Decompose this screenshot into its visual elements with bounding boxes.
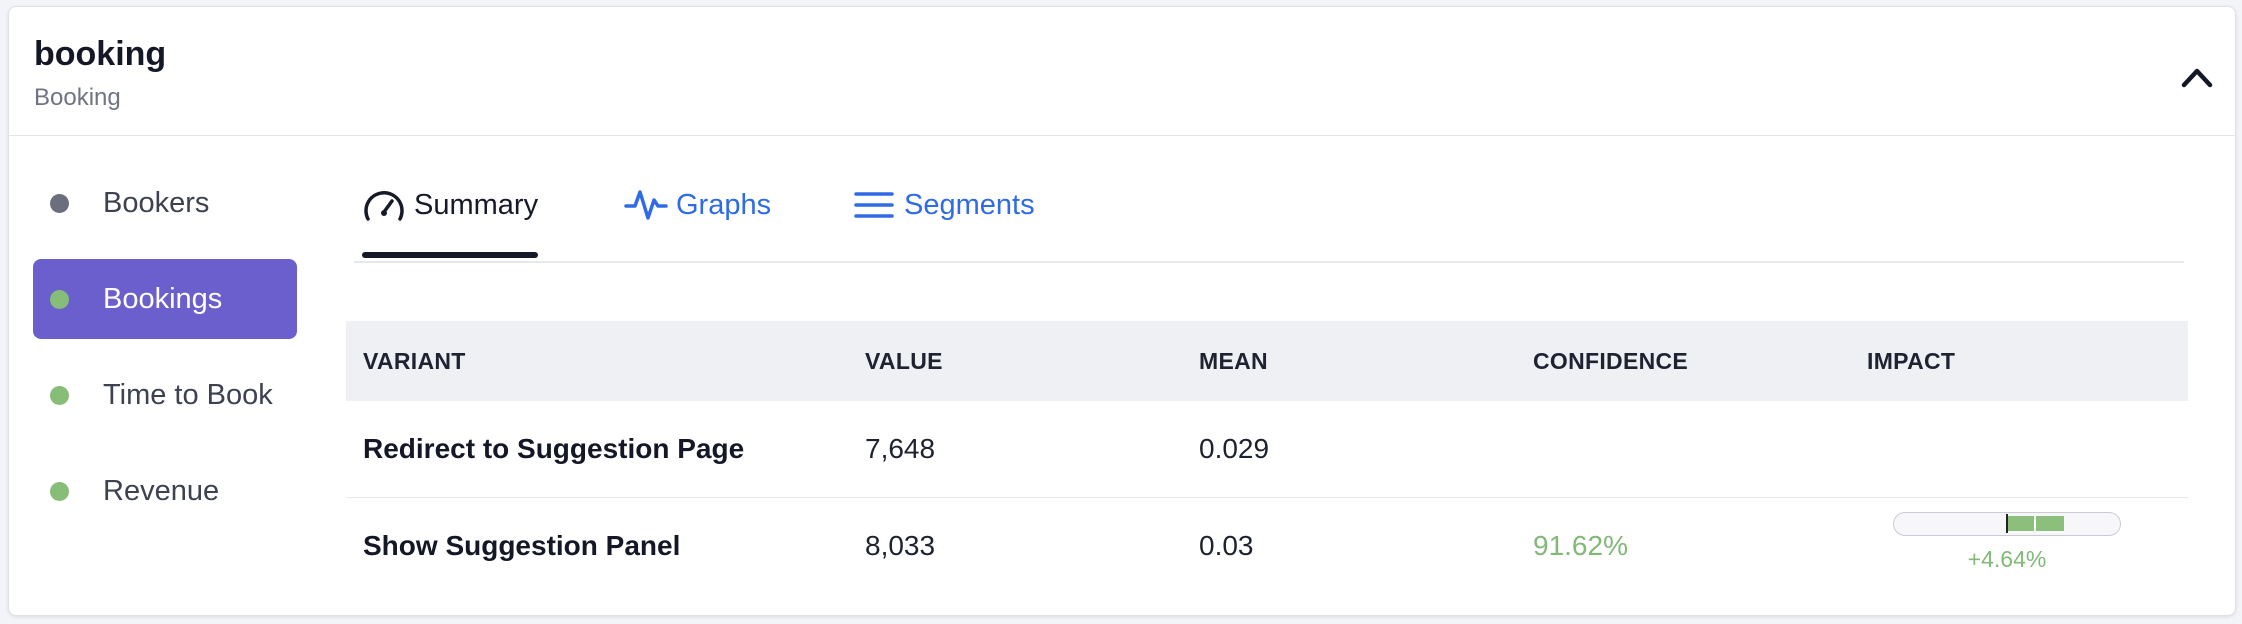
tab-label: Segments <box>904 188 1035 221</box>
sidebar-item-label: Revenue <box>103 474 220 507</box>
pulse-icon <box>624 190 668 220</box>
status-dot-icon <box>50 385 69 405</box>
column-header-value: VALUE <box>865 347 943 374</box>
column-header-mean: MEAN <box>1199 347 1268 374</box>
experiment-subtitle: Booking <box>34 84 121 111</box>
sidebar-item-label: Time to Book <box>103 378 273 411</box>
sidebar-item-revenue[interactable]: Revenue <box>33 451 297 531</box>
variant-value: 7,648 <box>865 433 936 464</box>
chevron-up-icon <box>2181 68 2213 88</box>
table-row: Redirect to Suggestion Page 7,648 0.029 <box>346 401 2188 498</box>
variant-mean: 0.03 <box>1199 530 1254 561</box>
metric-sidebar: Bookers Bookings Time to Book Revenue <box>33 163 297 547</box>
impact-zero-line <box>2006 514 2008 533</box>
variant-name: Show Suggestion Panel <box>363 530 681 561</box>
table-header: VARIANT VALUE MEAN CONFIDENCE IMPACT <box>346 321 2188 401</box>
tab-label: Graphs <box>676 188 772 221</box>
column-header-impact: IMPACT <box>1867 347 1956 374</box>
results-table: VARIANT VALUE MEAN CONFIDENCE IMPACT Red… <box>346 321 2188 594</box>
tab-label: Summary <box>414 188 539 221</box>
sidebar-item-label: Bookers <box>103 186 210 219</box>
list-icon <box>854 192 894 218</box>
impact-mean-tick <box>2034 516 2036 531</box>
tab-bar: Summary Graphs Segments <box>354 163 2184 263</box>
column-header-variant: VARIANT <box>363 347 466 374</box>
sidebar-item-label: Bookings <box>103 282 223 315</box>
card-header[interactable]: booking Booking <box>9 7 2235 136</box>
experiment-title: booking <box>34 35 167 73</box>
sidebar-item-time-to-book[interactable]: Time to Book <box>33 355 297 435</box>
variant-name: Redirect to Suggestion Page <box>363 433 745 464</box>
variant-impact[interactable]: +4.64% <box>1850 498 2188 594</box>
metric-card: booking Booking Bookers Bookings Time to… <box>8 6 2236 616</box>
variant-confidence: 91.62% <box>1533 530 1628 561</box>
sidebar-item-bookings[interactable]: Bookings <box>33 259 297 339</box>
impact-interval-fill <box>2008 516 2064 531</box>
tab-graphs[interactable]: Graphs <box>624 163 771 247</box>
sidebar-item-bookers[interactable]: Bookers <box>33 163 297 243</box>
tab-summary[interactable]: Summary <box>362 163 539 258</box>
collapse-button[interactable] <box>2173 53 2221 101</box>
table-row: Show Suggestion Panel 8,033 0.03 91.62% … <box>346 498 2188 594</box>
impact-interval-bar[interactable] <box>1893 512 2121 536</box>
variant-value: 8,033 <box>865 530 936 561</box>
gauge-icon <box>364 191 404 221</box>
tab-segments[interactable]: Segments <box>852 163 1035 247</box>
status-dot-icon <box>50 193 69 213</box>
status-dot-icon <box>50 481 69 501</box>
impact-value: +4.64% <box>1967 546 2047 572</box>
variant-impact <box>1850 401 2188 497</box>
variant-mean: 0.029 <box>1199 433 1270 464</box>
column-header-confidence: CONFIDENCE <box>1533 347 1689 374</box>
status-dot-icon <box>50 289 69 309</box>
